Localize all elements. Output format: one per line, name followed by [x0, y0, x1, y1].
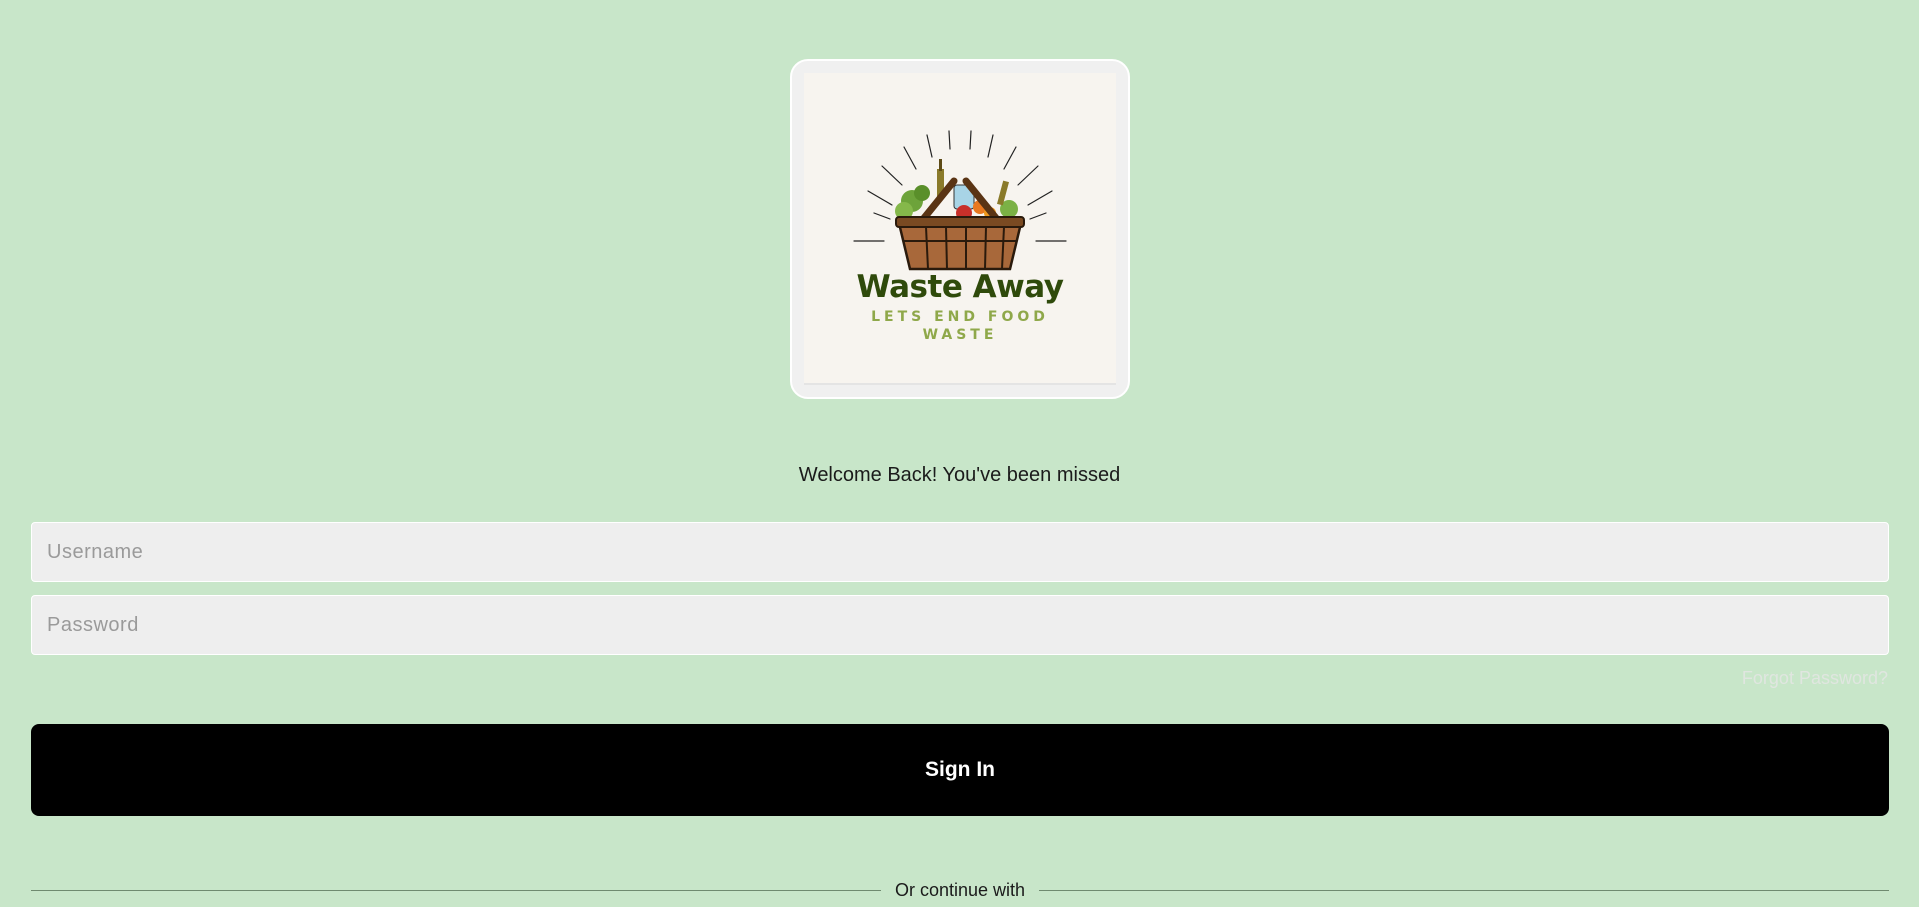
logo-card: Waste Away LETS END FOOD WASTE	[790, 59, 1130, 399]
sign-in-button[interactable]: Sign In	[31, 724, 1889, 816]
continue-with-divider: Or continue with	[31, 879, 1889, 901]
login-page: Waste Away LETS END FOOD WASTE Welcome B…	[0, 0, 1919, 907]
password-input[interactable]	[31, 595, 1889, 655]
brand-name: Waste Away	[856, 269, 1064, 305]
divider-line-left	[31, 889, 881, 891]
welcome-text: Welcome Back! You've been missed	[798, 464, 1121, 486]
username-input[interactable]	[31, 522, 1889, 582]
continue-with-label: Or continue with	[894, 879, 1026, 900]
divider-line-right	[1039, 889, 1889, 891]
brand-tagline: LETS END FOOD WASTE	[871, 309, 1049, 343]
forgot-password-link[interactable]: Forgot Password?	[1742, 668, 1888, 689]
logo-image: Waste Away LETS END FOOD WASTE	[804, 73, 1116, 385]
